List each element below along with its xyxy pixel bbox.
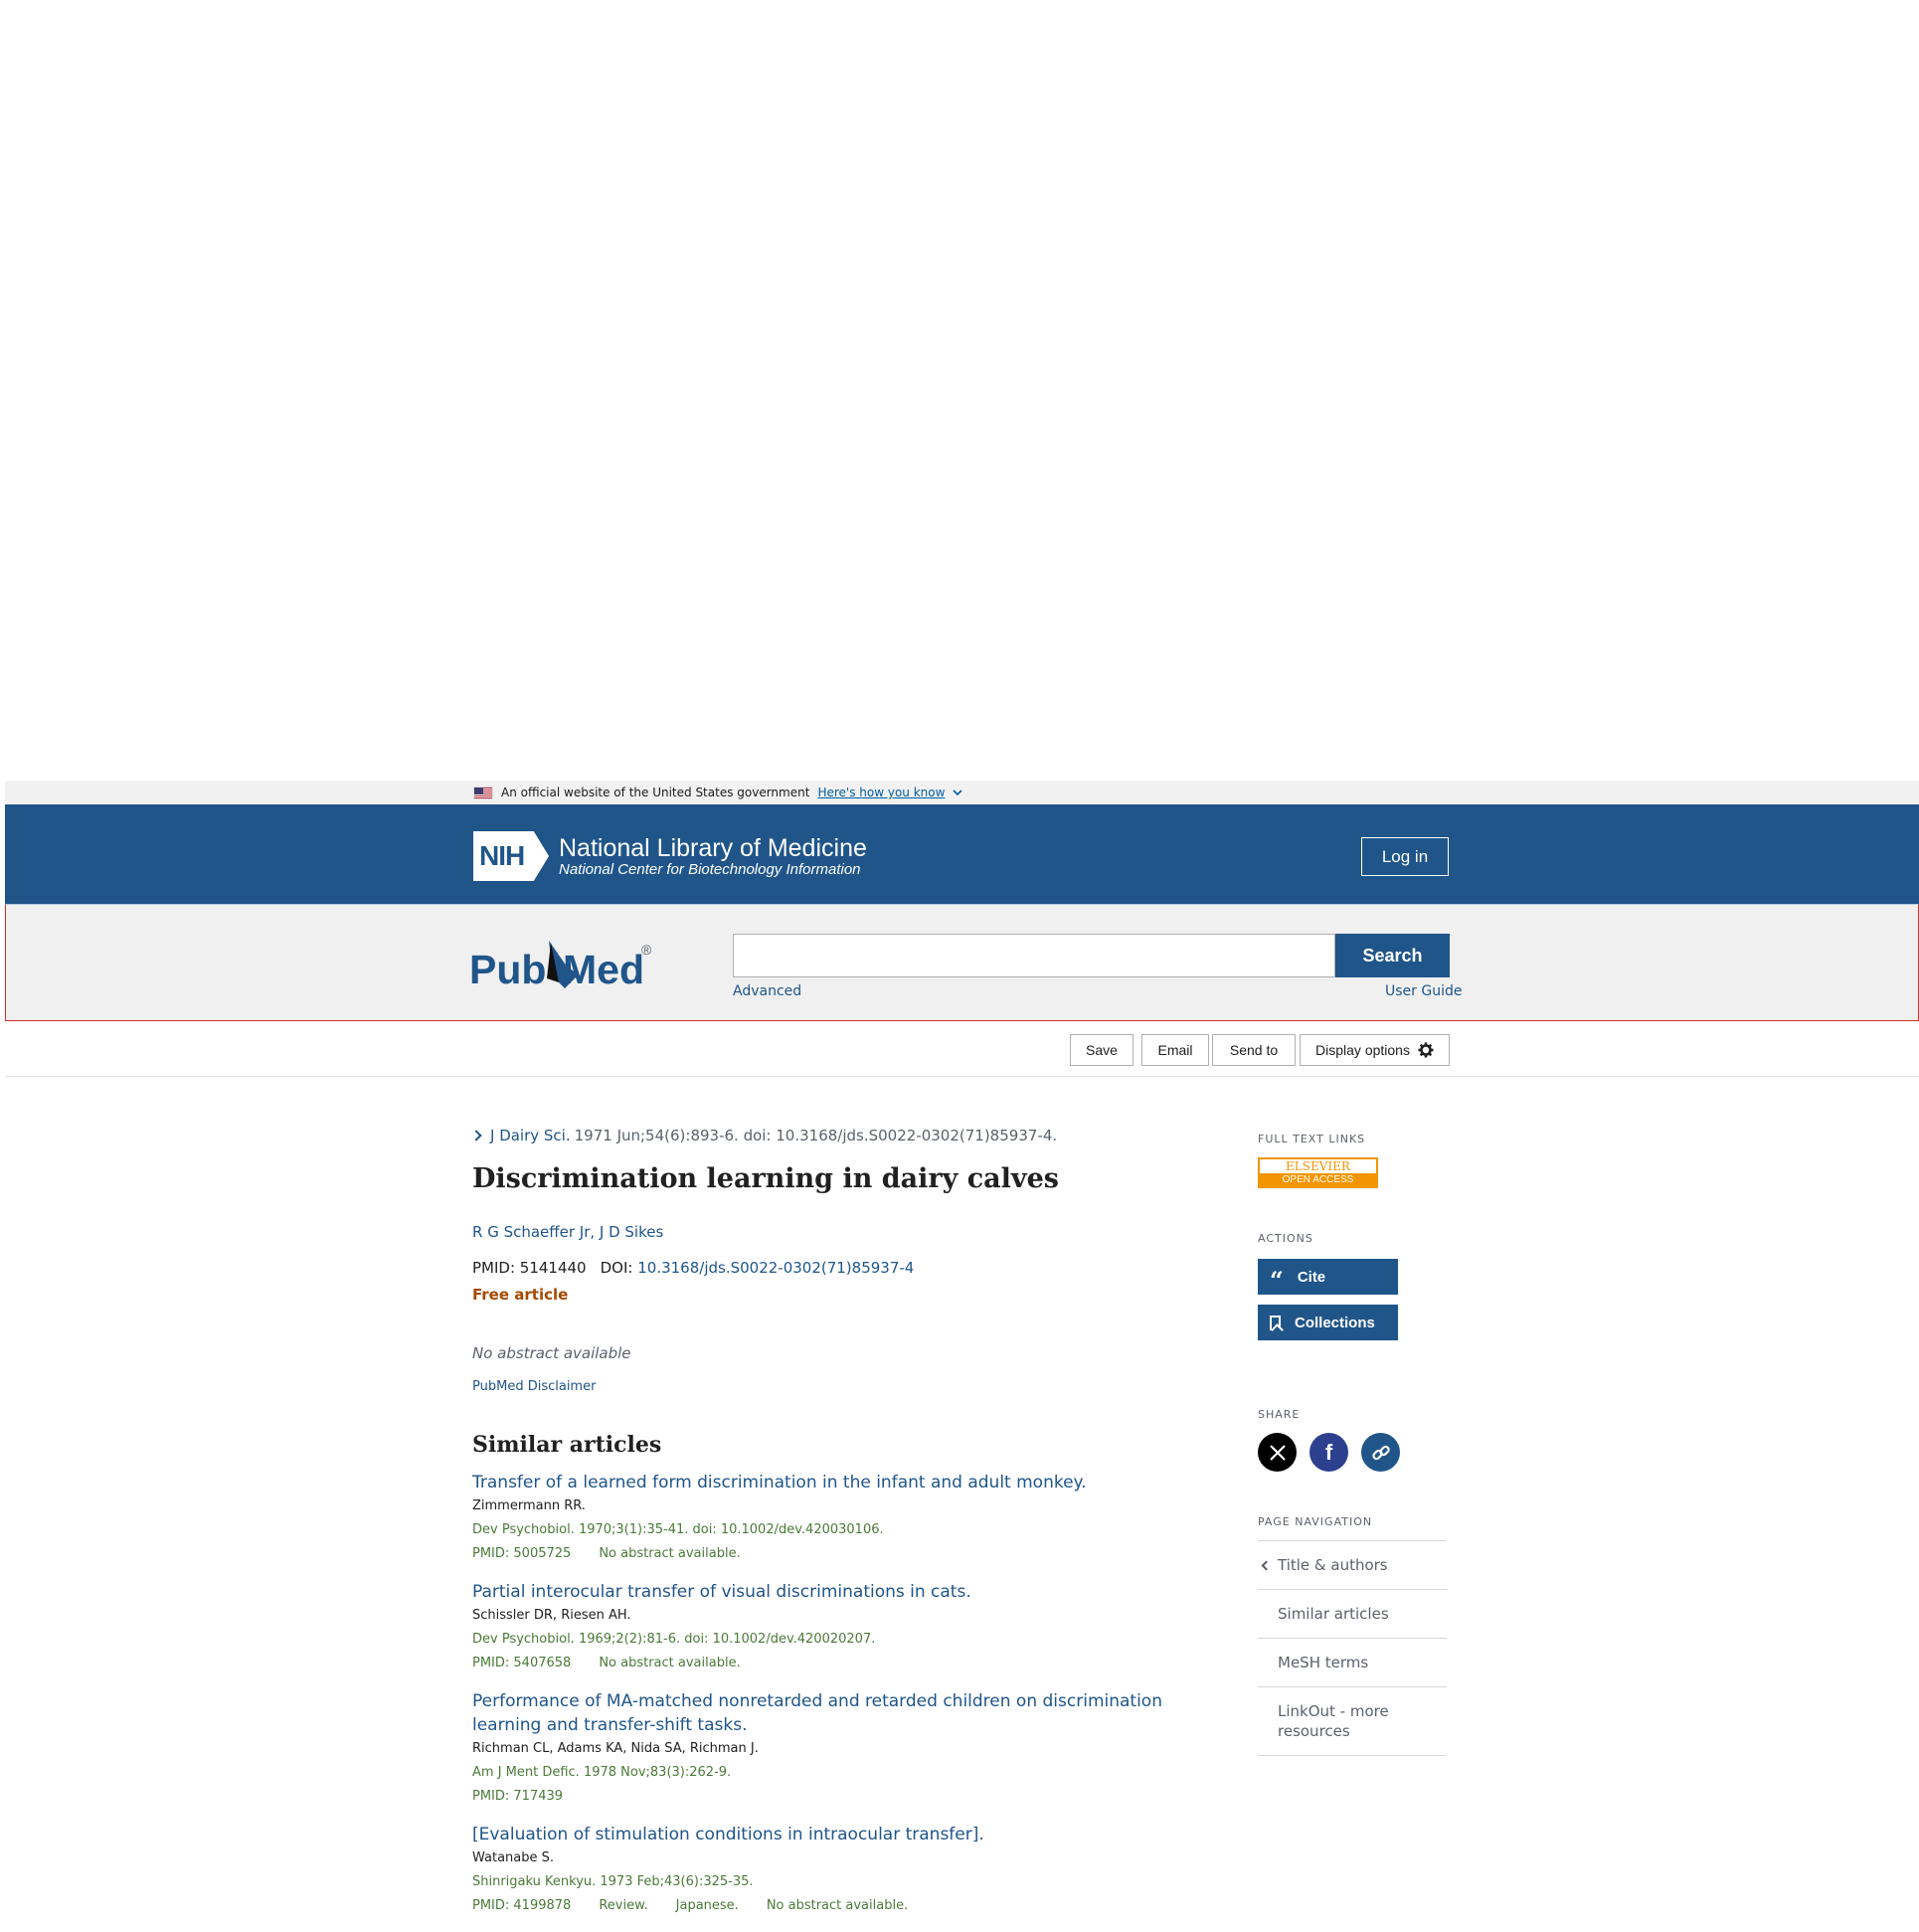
chevron-down-icon[interactable] — [953, 789, 962, 796]
search-button[interactable]: Search — [1335, 934, 1450, 977]
similar-article-authors: Watanabe S. — [472, 1850, 555, 1865]
page-navigation-heading: PAGE NAVIGATION — [1258, 1515, 1373, 1528]
display-options-button[interactable]: Display options — [1300, 1034, 1450, 1066]
journal-citation: J Dairy Sci. 1971 Jun;54(6):893-6. doi: … — [470, 1127, 1058, 1144]
similar-article-citation: Dev Psychobiol. 1969;2(2):81-6. doi: 10.… — [472, 1632, 876, 1647]
no-abstract-text: No abstract available — [472, 1344, 631, 1362]
similar-article-authors: Richman CL, Adams KA, Nida SA, Richman J… — [472, 1741, 759, 1756]
svg-text:Pub: Pub — [469, 947, 546, 992]
article-title: Discrimination learning in dairy calves — [472, 1163, 1059, 1194]
login-button[interactable]: Log in — [1361, 837, 1449, 876]
list-item: Partial interocular transfer of visual d… — [472, 1580, 1168, 1675]
search-area: Pub Med ® Search Advanced User Guide — [5, 904, 1919, 1021]
user-guide-link[interactable]: User Guide — [1385, 983, 1462, 999]
pmid-label: PMID: — [472, 1259, 516, 1277]
list-item: Transfer of a learned form discriminatio… — [472, 1471, 1168, 1566]
nih-header: NIH National Library of Medicine Nationa… — [5, 804, 1919, 904]
doi-label: DOI: — [600, 1259, 633, 1277]
similar-article-link[interactable]: Performance of MA-matched nonretarded an… — [472, 1689, 1168, 1737]
pubmed-logo[interactable]: Pub Med ® — [469, 931, 658, 1000]
nih-logo[interactable]: NIH National Library of Medicine Nationa… — [473, 831, 867, 881]
journal-link[interactable]: J Dairy Sci. — [490, 1127, 571, 1144]
free-article-badge: Free article — [472, 1286, 569, 1304]
chevron-left-icon — [1261, 1560, 1272, 1571]
page-nav-title-authors[interactable]: Title & authors — [1258, 1541, 1447, 1590]
svg-text:®: ® — [641, 942, 652, 958]
list-item: Performance of MA-matched nonretarded an… — [472, 1689, 1168, 1809]
nih-mark: NIH — [473, 831, 549, 881]
author-list[interactable]: R G Schaeffer Jr, J D Sikes — [472, 1223, 663, 1241]
actions-heading: ACTIONS — [1258, 1232, 1313, 1245]
similar-article-link[interactable]: [Evaluation of stimulation conditions in… — [472, 1823, 1168, 1846]
similar-article-link[interactable]: Partial interocular transfer of visual d… — [472, 1580, 1168, 1604]
email-button[interactable]: Email — [1141, 1034, 1209, 1066]
list-item: [Evaluation of stimulation conditions in… — [472, 1823, 1168, 1918]
svg-text:Med: Med — [563, 947, 644, 992]
page-nav-mesh-terms[interactable]: MeSH terms — [1258, 1639, 1447, 1687]
citation-text: 1971 Jun;54(6):893-6. doi: 10.3168/jds.S… — [574, 1127, 1058, 1144]
search-input[interactable] — [733, 934, 1335, 977]
collections-label: Collections — [1295, 1314, 1375, 1331]
similar-articles-heading: Similar articles — [472, 1432, 662, 1458]
doi-link[interactable]: 10.3168/jds.S0022-0302(71)85937-4 — [637, 1259, 914, 1277]
save-button[interactable]: Save — [1070, 1034, 1134, 1066]
advanced-search-link[interactable]: Advanced — [733, 983, 801, 999]
article-ids: PMID: 5141440 DOI: 10.3168/jds.S0022-030… — [472, 1259, 914, 1277]
ncbi-subtitle: National Center for Biotechnology Inform… — [559, 860, 861, 878]
similar-article-meta: PMID: 4199878 Review. Japanese. No abstract… — [472, 1898, 909, 1913]
similar-articles-list: Transfer of a learned form discriminatio… — [472, 1471, 1168, 1932]
copy-link-icon[interactable] — [1361, 1433, 1400, 1472]
cite-label: Cite — [1297, 1268, 1326, 1286]
bookmark-icon — [1270, 1315, 1281, 1330]
similar-article-meta: PMID: 717439 — [472, 1789, 564, 1804]
facebook-share-icon[interactable]: f — [1309, 1433, 1348, 1472]
pubmed-disclaimer-link[interactable]: PubMed Disclaimer — [472, 1379, 596, 1394]
similar-article-citation: Shinrigaku Kenkyu. 1973 Feb;43(6):325-35… — [472, 1874, 754, 1889]
send-to-button[interactable]: Send to — [1212, 1034, 1296, 1066]
gov-banner-text: An official website of the United States… — [501, 786, 810, 799]
us-flag-icon — [473, 786, 493, 799]
full-text-links-heading: FULL TEXT LINKS — [1258, 1133, 1366, 1145]
similar-article-citation: Dev Psychobiol. 1970;3(1):35-41. doi: 10… — [472, 1522, 884, 1537]
share-heading: SHARE — [1258, 1408, 1301, 1421]
similar-article-meta: PMID: 5005725 No abstract available. — [472, 1546, 741, 1561]
page-navigation: Title & authors Similar articles MeSH te… — [1258, 1540, 1447, 1756]
cite-button[interactable]: “ Cite — [1258, 1259, 1398, 1295]
gear-icon — [1418, 1042, 1434, 1058]
pmid-value: 5141440 — [519, 1259, 587, 1277]
page-nav-linkout[interactable]: LinkOut - more resources — [1258, 1687, 1447, 1756]
similar-article-meta: PMID: 5407658 No abstract available. — [472, 1656, 741, 1670]
similar-article-authors: Schissler DR, Riesen AH. — [472, 1608, 631, 1623]
elsevier-full-text-link[interactable]: ELSEVIER OPEN ACCESS — [1258, 1157, 1378, 1188]
similar-article-citation: Am J Ment Defic. 1978 Nov;83(3):262-9. — [472, 1765, 732, 1780]
display-options-label: Display options — [1315, 1042, 1410, 1058]
nlm-title: National Library of Medicine — [559, 833, 867, 862]
gov-banner: An official website of the United States… — [5, 781, 1919, 804]
page-nav-similar-articles[interactable]: Similar articles — [1258, 1590, 1447, 1639]
elsevier-logo-text: ELSEVIER — [1286, 1159, 1350, 1173]
chevron-right-icon[interactable] — [470, 1130, 482, 1142]
open-access-label: OPEN ACCESS — [1260, 1173, 1376, 1186]
x-share-icon[interactable] — [1258, 1433, 1297, 1472]
heres-how-you-know-link[interactable]: Here's how you know — [817, 786, 945, 799]
similar-article-authors: Zimmermann RR. — [472, 1498, 586, 1513]
collections-button[interactable]: Collections — [1258, 1305, 1398, 1340]
action-bar: Save Email Send to Display options — [5, 1021, 1919, 1077]
quote-icon: “ — [1270, 1266, 1284, 1295]
similar-article-link[interactable]: Transfer of a learned form discriminatio… — [472, 1471, 1168, 1494]
